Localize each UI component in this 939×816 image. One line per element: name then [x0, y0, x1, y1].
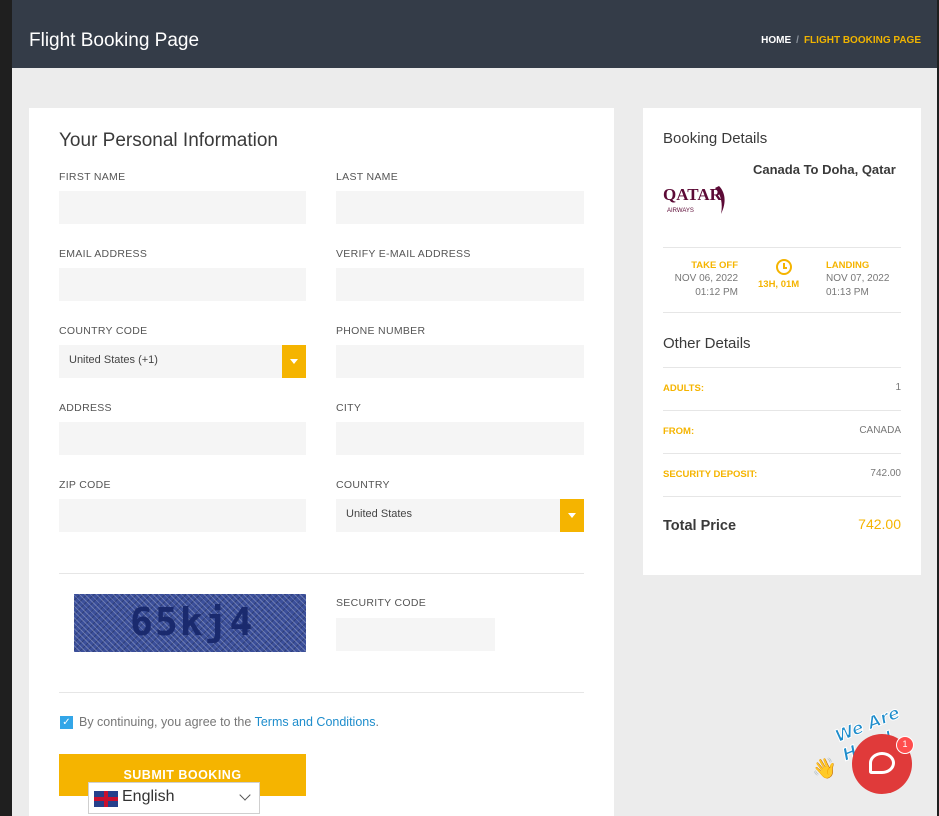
chevron-down-icon — [282, 345, 306, 378]
divider — [663, 312, 901, 313]
country-label: COUNTRY — [336, 479, 390, 491]
breadcrumb-home-link[interactable]: HOME — [761, 35, 791, 46]
landing-datetime: NOV 07, 2022 01:13 PM — [826, 272, 889, 300]
booking-details-heading: Booking Details — [663, 130, 768, 147]
email-label: EMAIL ADDRESS — [59, 248, 148, 260]
country-value: United States — [346, 508, 413, 520]
divider — [663, 496, 901, 497]
city-input[interactable] — [336, 422, 584, 455]
security-deposit-label: SECURITY DEPOSIT: — [663, 469, 758, 480]
landing-date: NOV 07, 2022 — [826, 273, 890, 284]
page-header: Flight Booking Page HOME / FLIGHT BOOKING … — [12, 0, 937, 68]
address-input[interactable] — [59, 422, 306, 455]
breadcrumb-separator: / — [796, 35, 799, 46]
clock-icon — [776, 259, 792, 275]
chat-launcher-button[interactable]: 1 — [852, 734, 914, 794]
country-code-select[interactable]: United States (+1) — [59, 345, 306, 378]
other-details-heading: Other Details — [663, 335, 751, 352]
airline-logo: QATAR AIRWAYS — [663, 178, 733, 220]
country-select[interactable]: United States — [336, 499, 584, 532]
form-heading: Your Personal Information — [59, 130, 278, 151]
divider — [663, 367, 901, 368]
security-deposit-value: 742.00 — [870, 468, 901, 479]
breadcrumb-current: FLIGHT BOOKING PAGE — [803, 35, 921, 46]
phone-label: PHONE NUMBER — [336, 325, 426, 337]
landing-label: LANDING — [826, 260, 870, 271]
personal-info-form: Your Personal Information FIRST NAME LAS… — [29, 108, 614, 816]
total-price-value: 742.00 — [858, 516, 901, 532]
takeoff-label: TAKE OFF — [691, 260, 738, 271]
chat-bubble-icon — [869, 752, 895, 774]
zip-input[interactable] — [59, 499, 306, 532]
country-code-value: United States (+1) — [69, 354, 158, 366]
chevron-down-icon — [239, 789, 251, 801]
language-selector[interactable]: en English — [88, 782, 260, 814]
takeoff-datetime: NOV 06, 2022 01:12 PM — [675, 272, 738, 300]
uk-flag-icon — [94, 791, 118, 807]
adults-value: 1 — [895, 382, 901, 393]
country-code-label: COUNTRY CODE — [59, 325, 148, 337]
from-value: CANADA — [859, 425, 901, 436]
waving-hand-icon: 👋 — [812, 758, 837, 780]
last-name-label: LAST NAME — [336, 171, 399, 183]
adults-label: ADULTS: — [663, 383, 704, 394]
first-name-label: FIRST NAME — [59, 171, 126, 183]
breadcrumb: HOME / FLIGHT BOOKING PAGE — [761, 35, 921, 46]
booking-details-panel: Booking Details QATAR AIRWAYS Canada To … — [643, 108, 921, 575]
verify-email-label: VERIFY E-MAIL ADDRESS — [336, 248, 471, 260]
takeoff-date: NOV 06, 2022 — [674, 273, 738, 284]
takeoff-time: 01:12 PM — [695, 287, 738, 298]
security-code-input[interactable] — [336, 618, 495, 651]
city-label: CITY — [336, 402, 362, 414]
airline-logo-subtext: AIRWAYS — [667, 208, 694, 214]
chevron-down-icon — [560, 499, 584, 532]
first-name-input[interactable] — [59, 191, 306, 224]
last-name-input[interactable] — [336, 191, 584, 224]
terms-link[interactable]: Terms and Conditions — [255, 715, 376, 729]
flight-duration: 13H, 01M — [758, 279, 800, 290]
divider — [663, 410, 901, 411]
divider — [59, 573, 584, 574]
zip-label: ZIP CODE — [59, 479, 111, 491]
verify-email-input[interactable] — [336, 268, 584, 301]
landing-time: 01:13 PM — [826, 287, 869, 298]
email-input[interactable] — [59, 268, 306, 301]
divider — [663, 247, 901, 248]
airline-logo-text: QATAR — [663, 185, 723, 204]
terms-text: By continuing, you agree to the Terms an… — [79, 715, 379, 729]
language-name: English — [122, 788, 175, 805]
from-label: FROM: — [663, 426, 695, 437]
captcha-image: 65kj4 — [74, 594, 306, 652]
captcha-text: 65kj4 — [130, 600, 255, 644]
security-code-label: SECURITY CODE — [336, 597, 427, 609]
flight-route: Canada To Doha, Qatar — [753, 162, 896, 177]
phone-input[interactable] — [336, 345, 584, 378]
divider — [663, 453, 901, 454]
total-price-label: Total Price — [663, 518, 737, 534]
divider — [59, 692, 584, 693]
address-label: ADDRESS — [59, 402, 112, 414]
chat-notification-badge: 1 — [896, 736, 914, 754]
terms-checkbox[interactable]: ✓ — [60, 716, 73, 729]
page-title: Flight Booking Page — [29, 30, 200, 51]
page-frame: Flight Booking Page HOME / FLIGHT BOOKING … — [12, 0, 937, 816]
